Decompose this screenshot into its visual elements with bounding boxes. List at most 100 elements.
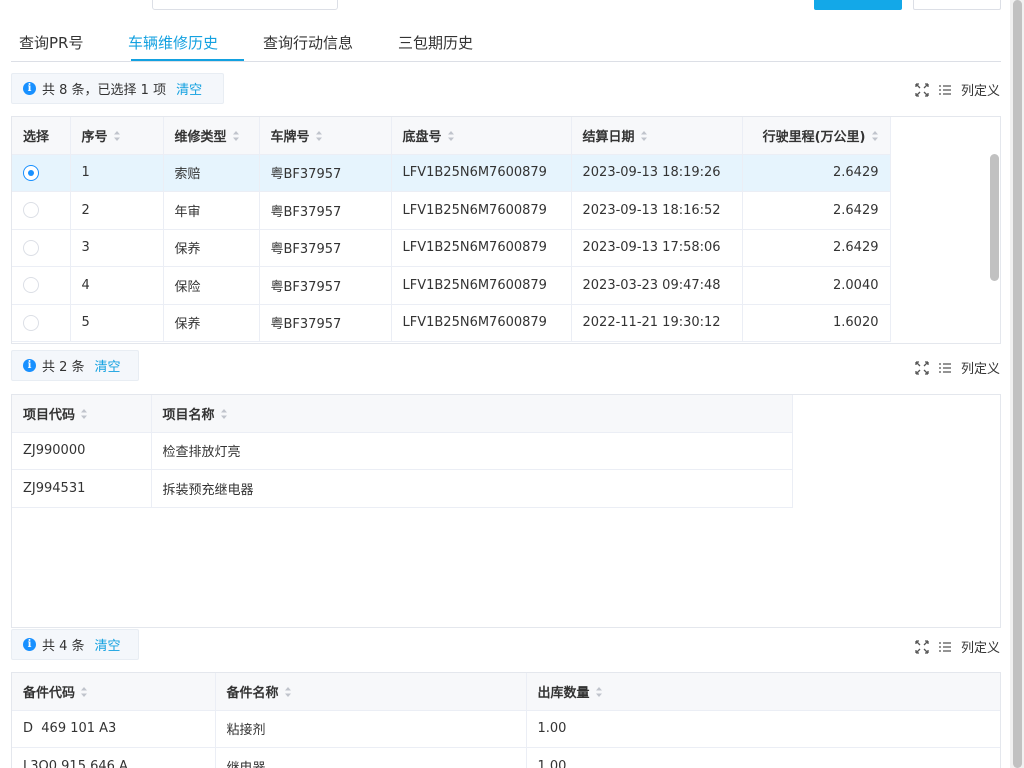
sort-icon[interactable] <box>447 130 455 142</box>
seq-cell: 3 <box>70 229 164 267</box>
list-icon <box>938 83 952 97</box>
col-part-name[interactable]: 备件名称 <box>215 673 527 711</box>
repair-type-cell: 年审 <box>163 191 260 230</box>
parts-column-def-label: 列定义 <box>960 641 1000 656</box>
item-summary-bar: i 共 2 条 清空 <box>11 350 139 381</box>
seq-cell: 1 <box>70 154 164 192</box>
table-row[interactable]: 1 索赔 粤BF37957 LFV1B25N6M7600879 2023-09-… <box>12 154 891 192</box>
row-radio[interactable] <box>23 277 39 294</box>
repair-type-cell: 保养 <box>163 229 260 267</box>
tab-bar: 查询PR号 车辆维修历史 查询行动信息 三包期历史 <box>11 24 1001 62</box>
part-name-cell: 粘接剂 <box>215 710 527 748</box>
col-settle-date[interactable]: 结算日期 <box>571 117 743 155</box>
info-icon: i <box>23 638 36 651</box>
table-header-row: 备件代码 备件名称 出库数量 <box>12 673 1000 711</box>
fullscreen-icon[interactable] <box>915 82 929 97</box>
seq-cell: 5 <box>70 304 164 342</box>
list-icon <box>938 361 952 375</box>
row-select-cell[interactable] <box>12 304 71 342</box>
item-column-def-label: 列定义 <box>960 362 1000 377</box>
col-item-code[interactable]: 项目代码 <box>12 395 152 433</box>
sort-icon[interactable] <box>871 130 879 142</box>
table-row[interactable]: D 469 101 A3 粘接剂 1.00 <box>12 710 1000 748</box>
sort-icon[interactable] <box>640 130 648 142</box>
row-radio[interactable] <box>23 164 39 181</box>
mileage-cell: 2.0040 <box>742 266 891 305</box>
table-row[interactable]: ZJ990000 检查排放灯亮 <box>12 432 793 470</box>
out-qty-cell: 1.00 <box>526 747 1000 768</box>
row-radio[interactable] <box>23 314 39 331</box>
vin-cell: LFV1B25N6M7600879 <box>391 266 572 305</box>
query-button[interactable] <box>814 0 902 10</box>
tab-repair-history[interactable]: 车辆维修历史 <box>128 32 218 53</box>
col-repair-type[interactable]: 维修类型 <box>163 117 260 155</box>
item-name-cell: 拆装预充继电器 <box>151 469 793 508</box>
mileage-cell: 2.6429 <box>742 154 891 192</box>
repair-toolbar: 列定义 <box>915 80 1000 99</box>
plate-cell: 粤BF37957 <box>259 266 392 305</box>
sort-icon[interactable] <box>80 408 88 420</box>
sort-icon[interactable] <box>232 130 240 142</box>
col-out-qty[interactable]: 出库数量 <box>526 673 1000 711</box>
col-part-code[interactable]: 备件代码 <box>12 673 216 711</box>
row-select-cell[interactable] <box>12 154 71 192</box>
row-radio[interactable] <box>23 202 39 219</box>
sort-icon[interactable] <box>284 686 292 698</box>
row-select-cell[interactable] <box>12 191 71 230</box>
repair-history-table: 选择 序号 维修类型 车牌号 底盘号 结算日期 行驶里程(万公里) 1 索赔 粤… <box>11 116 1001 344</box>
col-select: 选择 <box>12 117 71 155</box>
table-row[interactable]: ZJ994531 拆装预充继电器 <box>12 469 793 508</box>
row-radio[interactable] <box>23 239 39 256</box>
col-vin[interactable]: 底盘号 <box>391 117 572 155</box>
item-column-def-button[interactable]: 列定义 <box>938 358 1000 377</box>
parts-summary-bar: i 共 4 条 清空 <box>11 629 139 660</box>
item-clear-link[interactable]: 清空 <box>95 356 121 375</box>
tab-query-pr[interactable]: 查询PR号 <box>19 32 83 53</box>
table-row[interactable]: L3Q0 915 646 A 继电器 1.00 <box>12 747 1000 768</box>
fullscreen-icon[interactable] <box>915 360 929 375</box>
table-row[interactable]: 5 保养 粤BF37957 LFV1B25N6M7600879 2022-11-… <box>12 304 891 342</box>
table-header-row: 选择 序号 维修类型 车牌号 底盘号 结算日期 行驶里程(万公里) <box>12 117 891 155</box>
sort-icon[interactable] <box>220 408 228 420</box>
seq-cell: 4 <box>70 266 164 305</box>
sort-icon[interactable] <box>595 686 603 698</box>
sort-icon[interactable] <box>80 686 88 698</box>
seq-cell: 2 <box>70 191 164 230</box>
table-row[interactable]: 4 保险 粤BF37957 LFV1B25N6M7600879 2023-03-… <box>12 266 891 305</box>
top-filter-input[interactable] <box>152 0 338 10</box>
col-mileage[interactable]: 行驶里程(万公里) <box>742 117 891 155</box>
sort-icon[interactable] <box>113 130 121 142</box>
repair-items-table: 项目代码 项目名称 ZJ990000 检查排放灯亮 ZJ994531 拆装预充继… <box>11 394 1001 628</box>
parts-column-def-button[interactable]: 列定义 <box>938 637 1000 656</box>
repair-column-def-label: 列定义 <box>960 84 1000 99</box>
part-name-cell: 继电器 <box>215 747 527 768</box>
row-select-cell[interactable] <box>12 229 71 267</box>
col-seq[interactable]: 序号 <box>70 117 164 155</box>
repair-summary-text: 共 8 条，已选择 1 项 <box>42 83 167 98</box>
plate-cell: 粤BF37957 <box>259 191 392 230</box>
list-icon <box>938 640 952 654</box>
col-plate[interactable]: 车牌号 <box>259 117 392 155</box>
repair-table-scrollbar[interactable] <box>990 154 999 281</box>
table-row[interactable]: 2 年审 粤BF37957 LFV1B25N6M7600879 2023-09-… <box>12 191 891 230</box>
table-row[interactable]: 3 保养 粤BF37957 LFV1B25N6M7600879 2023-09-… <box>12 229 891 267</box>
table-header-row: 项目代码 项目名称 <box>12 395 793 433</box>
mileage-cell: 2.6429 <box>742 229 891 267</box>
parts-toolbar: 列定义 <box>915 637 1000 656</box>
repair-column-def-button[interactable]: 列定义 <box>938 80 1000 99</box>
repair-type-cell: 保险 <box>163 266 260 305</box>
fullscreen-icon[interactable] <box>915 639 929 654</box>
col-item-name[interactable]: 项目名称 <box>151 395 793 433</box>
reset-button[interactable] <box>913 0 1001 10</box>
plate-cell: 粤BF37957 <box>259 154 392 192</box>
parts-clear-link[interactable]: 清空 <box>95 635 121 654</box>
page-scrollbar-thumb[interactable] <box>1013 0 1022 768</box>
tab-action-info[interactable]: 查询行动信息 <box>263 32 353 53</box>
parts-table: 备件代码 备件名称 出库数量 D 469 101 A3 粘接剂 1.00 L3Q… <box>11 672 1001 768</box>
info-icon: i <box>23 82 36 95</box>
repair-summary-bar: i 共 8 条，已选择 1 项 清空 <box>11 73 224 104</box>
repair-clear-link[interactable]: 清空 <box>176 79 202 98</box>
row-select-cell[interactable] <box>12 266 71 305</box>
sort-icon[interactable] <box>315 130 323 142</box>
tab-warranty-history[interactable]: 三包期历史 <box>398 32 473 53</box>
